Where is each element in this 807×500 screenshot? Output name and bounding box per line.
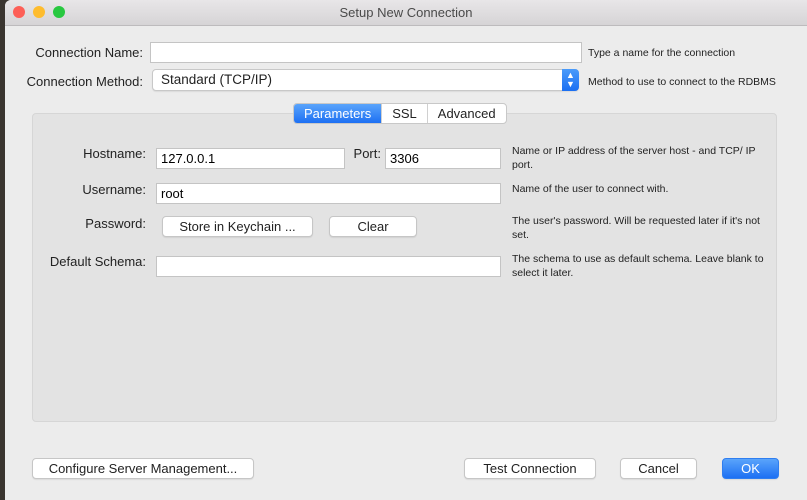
test-connection-button[interactable]: Test Connection [464, 458, 596, 479]
connection-method-label: Connection Method: [26, 74, 143, 89]
username-input[interactable] [156, 183, 501, 204]
title-bar: Setup New Connection [5, 0, 807, 26]
hostname-input[interactable] [156, 148, 345, 169]
connection-name-label: Connection Name: [35, 45, 143, 60]
port-label: Port: [353, 146, 381, 161]
store-in-keychain-button[interactable]: Store in Keychain ... [162, 216, 313, 237]
username-label: Username: [82, 182, 146, 197]
tab-ssl[interactable]: SSL [382, 104, 428, 123]
port-input[interactable] [385, 148, 501, 169]
configure-server-management-button[interactable]: Configure Server Management... [32, 458, 254, 479]
connection-method-hint: Method to use to connect to the RDBMS [588, 76, 776, 88]
password-label: Password: [85, 216, 146, 231]
connection-name-input[interactable] [150, 42, 582, 63]
default-schema-input[interactable] [156, 256, 501, 277]
cancel-button[interactable]: Cancel [620, 458, 697, 479]
tab-parameters[interactable]: Parameters [294, 104, 383, 123]
chevron-up-down-icon: ▲ ▼ [562, 69, 579, 91]
default-schema-hint: The schema to use as default schema. Lea… [512, 253, 764, 279]
zoom-icon[interactable] [53, 6, 65, 18]
host-hint: Name or IP address of the server host - … [512, 145, 756, 171]
setup-connection-dialog: Setup New Connection Connection Name: Ty… [5, 0, 807, 500]
ok-button[interactable]: OK [722, 458, 779, 479]
default-schema-label: Default Schema: [49, 254, 146, 269]
tab-bar: Parameters SSL Advanced [293, 103, 507, 124]
connection-method-value: Standard (TCP/IP) [161, 72, 273, 87]
close-icon[interactable] [13, 6, 25, 18]
hostname-label: Hostname: [83, 146, 146, 161]
username-hint: Name of the user to connect with. [512, 183, 669, 195]
window-title: Setup New Connection [339, 5, 473, 20]
clear-password-button[interactable]: Clear [329, 216, 417, 237]
password-hint: The user's password. Will be requested l… [512, 215, 760, 241]
connection-method-select[interactable]: Standard (TCP/IP) ▲ ▼ [152, 69, 579, 91]
minimize-icon[interactable] [33, 6, 45, 18]
tab-advanced[interactable]: Advanced [428, 104, 506, 123]
connection-name-hint: Type a name for the connection [588, 47, 736, 59]
